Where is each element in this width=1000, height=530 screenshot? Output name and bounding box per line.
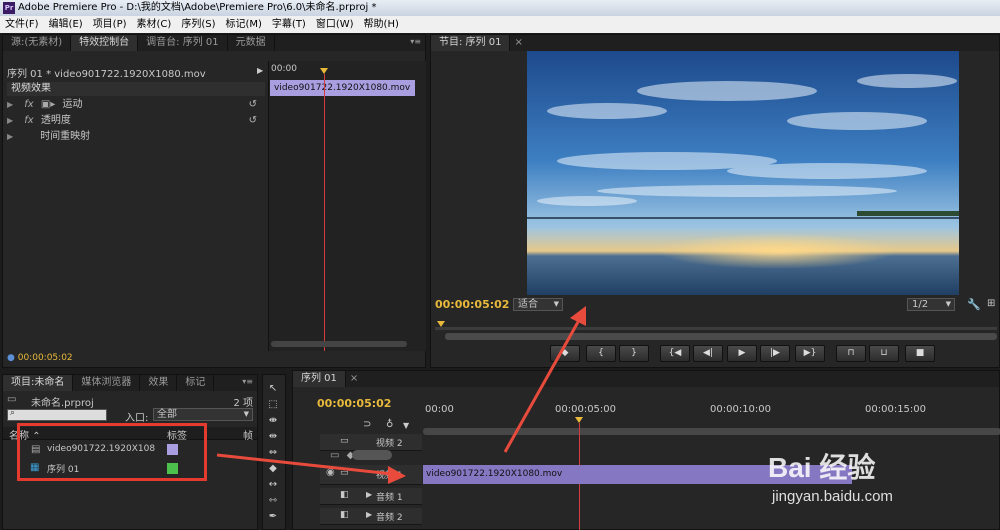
arrow-to-timeline — [216, 453, 393, 476]
watermark-url: jingyan.baidu.com — [772, 488, 893, 505]
arrow-head — [388, 466, 406, 484]
watermark-logo: Bai 经验 — [768, 452, 876, 483]
arrow-to-monitor — [503, 321, 580, 453]
